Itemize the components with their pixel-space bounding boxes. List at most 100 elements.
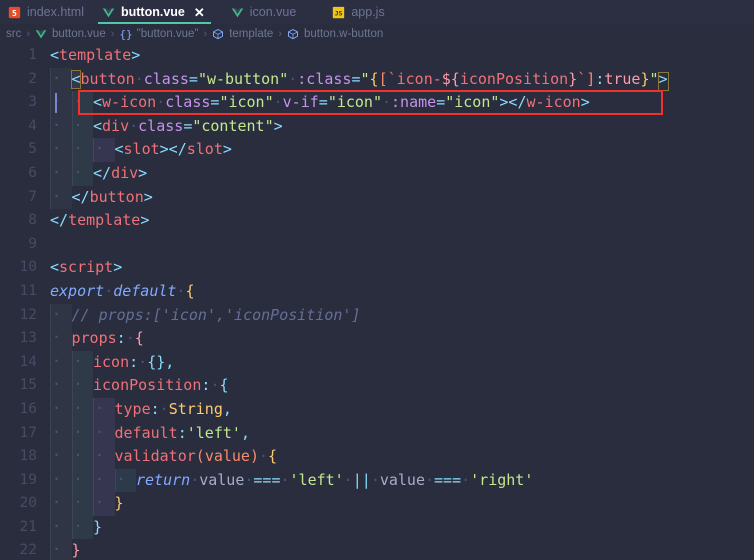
code-line[interactable]: 10 <script> <box>0 256 754 280</box>
code-line-text[interactable]: <template> <box>50 44 754 68</box>
code-line-text[interactable]: </button> <box>50 186 754 210</box>
line-number: 7 <box>28 188 37 205</box>
breadcrumb-item-button-vue-symbol[interactable]: {} "button.vue" <box>119 28 198 41</box>
line-number: 6 <box>28 164 37 181</box>
tab-index-html[interactable]: 5 index.html <box>0 0 94 24</box>
line-number: 9 <box>28 235 37 252</box>
symbol-icon <box>212 28 225 41</box>
tab-button-vue[interactable]: button.vue ✕ <box>94 0 215 24</box>
code-line[interactable]: 19 return·value·===·'left'·||·value·===·'… <box>0 468 754 493</box>
code-tokens: } <box>114 494 124 513</box>
code-tokens: validator(value)·{ <box>114 447 278 466</box>
code-line[interactable]: 11 export·default·{ <box>0 280 754 304</box>
code-line-text[interactable]: iconPosition:·{ <box>50 374 754 398</box>
breadcrumb-label: button.w-button <box>303 28 384 40</box>
code-tokens: export·default·{ <box>50 281 195 300</box>
line-number: 17 <box>19 424 37 441</box>
code-line[interactable]: 4 <div·class="content"> <box>0 114 754 139</box>
code-tokens: type:·String, <box>114 399 232 418</box>
bracket-match-highlight <box>71 69 81 89</box>
code-editor[interactable]: 1 <template> 2 <button·class="w-button"·:cl… <box>0 44 754 560</box>
code-line-text[interactable]: return·value·===·'left'·||·value·===·'ri… <box>50 469 754 493</box>
code-tokens: iconPosition:·{ <box>93 376 229 395</box>
code-line[interactable]: 17 default:'left', <box>0 421 754 446</box>
code-tokens: } <box>71 541 81 560</box>
code-line[interactable]: 2 <button·class="w-button"·:class="{[`ico… <box>0 67 754 92</box>
tab-label: index.html <box>27 5 84 19</box>
breadcrumb-item-button-vue[interactable]: button.vue <box>35 28 106 41</box>
code-tokens: default:'left', <box>114 423 250 442</box>
code-line[interactable]: 16 type:·String, <box>0 397 754 422</box>
code-tokens: <div·class="content"> <box>93 116 283 135</box>
breadcrumb-separator: › <box>26 28 31 40</box>
code-line-text[interactable]: validator(value)·{ <box>50 445 754 469</box>
code-line[interactable]: 3 <w-icon·class="icon"·v-if="icon"·:name=… <box>0 90 754 115</box>
code-tokens: // props:['icon','iconPosition'] <box>71 305 361 324</box>
line-number: 1 <box>28 47 37 63</box>
line-number: 2 <box>28 70 37 87</box>
code-lines: 1 <template> 2 <button·class="w-button"·:cl… <box>0 44 754 560</box>
code-line[interactable]: 18 validator(value)·{ <box>0 444 754 469</box>
braces-icon: {} <box>119 27 133 41</box>
code-line-text[interactable]: <w-icon·class="icon"·v-if="icon"·:name="… <box>50 91 754 115</box>
breadcrumb-item-button-w-button[interactable]: button.w-button <box>287 28 383 41</box>
code-line[interactable]: 21} <box>0 515 754 540</box>
line-number: 4 <box>28 117 37 134</box>
code-tokens: <slot></slot> <box>114 140 232 159</box>
code-line-text[interactable]: } <box>50 539 754 560</box>
code-line[interactable]: 14 icon:·{}, <box>0 350 754 375</box>
tab-app-js[interactable]: JS app.js <box>306 0 394 24</box>
svg-text:5: 5 <box>12 7 17 17</box>
tab-icon-vue[interactable]: icon.vue <box>215 0 307 24</box>
code-line[interactable]: 22} <box>0 538 754 560</box>
vue-icon <box>35 28 48 41</box>
code-line[interactable]: 5 <slot></slot> <box>0 137 754 162</box>
javascript-icon: JS <box>332 6 345 19</box>
code-line-text[interactable]: props:·{ <box>50 327 754 351</box>
breadcrumb: src › button.vue › {} "button.vue" › tem… <box>0 24 754 44</box>
code-line-text[interactable]: // props:['icon','iconPosition'] <box>50 304 754 328</box>
code-line-text[interactable]: <div·class="content"> <box>50 115 754 139</box>
code-line-text[interactable]: type:·String, <box>50 398 754 422</box>
breadcrumb-item-src[interactable]: src <box>6 28 21 40</box>
breadcrumb-label: src <box>6 28 22 40</box>
breadcrumb-label: button.vue <box>52 28 106 40</box>
code-line[interactable]: 8 </template> <box>0 209 754 233</box>
code-line[interactable]: 1 <template> <box>0 44 754 68</box>
code-tokens: return·value·===·'left'·||·value·===·'ri… <box>136 470 534 489</box>
symbol-icon <box>287 28 300 41</box>
breadcrumb-item-template[interactable]: template <box>212 28 273 41</box>
line-number: 15 <box>19 377 37 394</box>
code-line-text[interactable]: default:'left', <box>50 422 754 446</box>
code-line[interactable]: 15 iconPosition:·{ <box>0 373 754 398</box>
code-line[interactable]: 12 // props:['icon','iconPosition'] <box>0 303 754 328</box>
code-line-text[interactable]: <script> <box>50 256 754 280</box>
code-line-text[interactable]: </template> <box>50 209 754 233</box>
code-line-text[interactable]: </div> <box>50 162 754 186</box>
code-line[interactable]: 13 props:·{ <box>0 326 754 351</box>
tab-close-icon[interactable]: ✕ <box>194 6 205 19</box>
code-line-text[interactable]: export·default·{ <box>50 280 754 304</box>
line-number: 13 <box>19 330 37 347</box>
breadcrumb-label: template <box>229 28 274 40</box>
code-tokens: </div> <box>93 163 148 182</box>
code-line-text[interactable] <box>50 233 754 257</box>
html5-icon: 5 <box>8 6 21 19</box>
code-line[interactable]: 7 </button> <box>0 185 754 210</box>
code-tokens: <script> <box>50 258 123 277</box>
vue-icon <box>231 6 244 19</box>
code-tokens: <template> <box>50 46 141 64</box>
code-line[interactable]: 20} <box>0 491 754 516</box>
line-number: 11 <box>19 282 37 299</box>
code-line-text[interactable]: <slot></slot> <box>50 138 754 162</box>
svg-text:JS: JS <box>335 9 343 17</box>
code-line-text[interactable]: } <box>50 492 754 516</box>
vue-icon <box>102 6 115 19</box>
code-line-text[interactable]: icon:·{}, <box>50 351 754 375</box>
code-line[interactable]: 9 <box>0 233 754 257</box>
code-line-text[interactable]: <button·class="w-button"·:class="{[`icon… <box>50 68 754 92</box>
code-line[interactable]: 6 </div> <box>0 161 754 186</box>
tab-label: button.vue <box>120 5 185 19</box>
code-line-text[interactable]: } <box>50 516 754 540</box>
line-number: 12 <box>19 306 37 323</box>
